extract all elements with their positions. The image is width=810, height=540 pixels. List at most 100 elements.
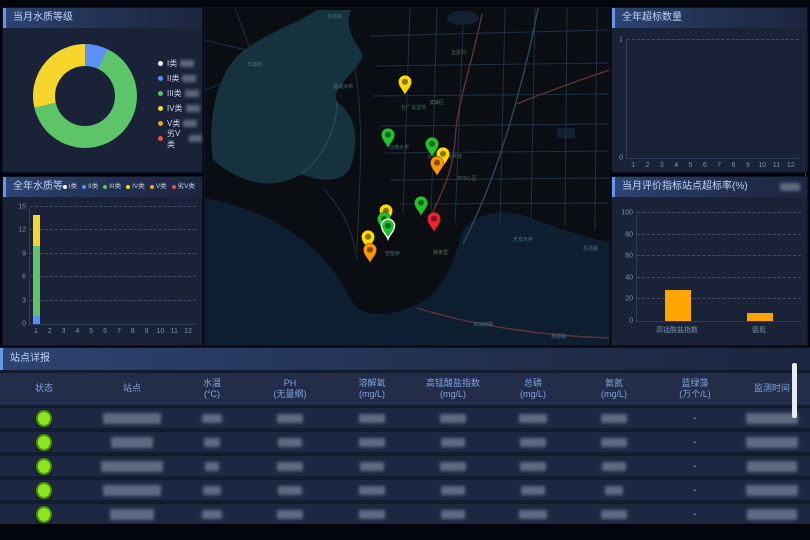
map-place-label: 市中心区 [457,175,477,182]
value-cell [176,462,248,471]
value-cell [248,414,332,423]
legend-dot [126,185,130,189]
column-unit: (mg/L) [412,389,494,400]
status-indicator [36,506,52,523]
x-axis-tick: 9 [145,328,149,335]
status-indicator [36,434,52,451]
legend-dot [63,185,67,189]
value-cell [332,486,412,495]
city-map[interactable]: 石塘桥渔港路蠡湖大桥五星村滨湖区江南大学长广溪湿地太湖绿波美术馆市中心区天安大桥… [205,8,609,345]
station-name-redacted [101,461,163,472]
legend-item[interactable]: III类 [103,177,121,197]
station-cell [88,509,176,520]
legend-item[interactable]: 劣V类 [158,131,202,146]
legend-label: 劣V类 [178,177,195,197]
legend-label: 劣V类 [167,128,186,150]
value-cell [494,510,572,519]
algae-value: - [694,509,697,519]
legend-item[interactable]: 劣V类 [172,177,195,197]
table-row[interactable]: - [0,408,810,428]
legend-label: I类 [69,177,77,197]
pin-hole [402,79,408,85]
legend-item[interactable]: V类 [150,177,167,197]
y-axis-tick: 100 [615,210,633,217]
legend-dot [82,185,86,189]
panel-yearly-exceed: 全年超标数量 01123456789101112 [612,8,807,172]
y-axis-tick: 15 [8,204,26,211]
table-column-header: 监测时间 [734,383,810,394]
x-axis-tick: 12 [184,328,192,335]
column-label: 氨氮 [572,378,656,389]
legend-item[interactable]: II类 [158,71,202,86]
legend-item[interactable]: IV类 [158,101,202,116]
value-redacted [278,438,302,447]
table-row[interactable]: - [0,504,810,524]
column-label: 总磷 [494,378,572,389]
rate-bar [665,290,691,321]
x-axis-tick: 5 [689,162,693,169]
column-label: 高锰酸盐指数 [412,378,494,389]
x-axis-tick: 7 [717,162,721,169]
stacked-bar-segment [33,215,40,246]
value-cell [494,414,572,423]
legend-item[interactable]: IV类 [126,177,145,197]
legend-dot [158,106,163,111]
column-unit: (万个/L) [656,389,734,400]
legend-dot [158,91,163,96]
legend-item[interactable]: I类 [63,177,77,197]
table-column-header: 溶解氧(mg/L) [332,378,412,401]
table-row[interactable]: - [0,432,810,452]
x-axis-tick: 7 [117,328,121,335]
algae-cell: - [656,413,734,423]
table-row[interactable]: - [0,480,810,500]
status-cell [0,434,88,451]
legend-value-redacted [180,60,194,67]
table-row[interactable]: - [0,456,810,476]
x-axis-tick: 5 [89,328,93,335]
station-name-redacted [103,485,161,496]
x-axis-tick: 9 [746,162,750,169]
rules-link-redacted[interactable] [780,183,800,191]
time-cell [734,437,810,448]
chart-plot-area [626,40,799,159]
panel-header: 当月水质等级 [3,8,202,28]
column-unit: (°C) [176,389,248,400]
time-cell [734,413,810,424]
pin-hole [385,132,391,138]
time-cell [734,509,810,520]
gridline [30,300,196,301]
panel-title: 当月水质等级 [13,8,73,28]
value-cell [412,414,494,423]
value-redacted [359,486,385,495]
gridline [637,234,801,235]
y-axis-tick: 80 [615,231,633,238]
legend-item[interactable]: II类 [82,177,98,197]
status-indicator [36,482,52,499]
legend-item[interactable]: III类 [158,86,202,101]
panel-yearly-grade: 全年水质等级 I类II类III类IV类V类劣V类 036912151234567… [3,177,202,345]
table-column-header: PH(无量纲) [248,378,332,401]
station-cell [88,437,176,448]
x-axis-tick: 6 [703,162,707,169]
x-axis-tick: 10 [157,328,165,335]
table-column-header: 蓝绿藻(万个/L) [656,378,734,401]
panel-title: 当月评价指标站点超标率(%) [622,177,748,197]
pin-hole [365,234,371,240]
gridline [30,206,196,207]
station-cell [88,461,176,472]
algae-value: - [694,485,697,495]
value-cell [176,414,248,423]
column-label: 溶解氧 [332,378,412,389]
table-scrollbar[interactable] [792,363,797,418]
panel-title: 站点详报 [10,349,50,369]
gridline [637,255,801,256]
legend-label: III类 [109,177,121,197]
map-panel[interactable]: 石塘桥渔港路蠡湖大桥五星村滨湖区江南大学长广溪湿地太湖绿波美术馆市中心区天安大桥… [205,8,609,345]
column-unit: (mg/L) [332,389,412,400]
status-cell [0,458,88,475]
value-redacted [601,438,627,447]
value-cell [572,510,656,519]
map-place-label: 机场路 [583,245,598,252]
map-place-label: 石塘桥 [247,61,262,68]
legend-item[interactable]: I类 [158,56,202,71]
